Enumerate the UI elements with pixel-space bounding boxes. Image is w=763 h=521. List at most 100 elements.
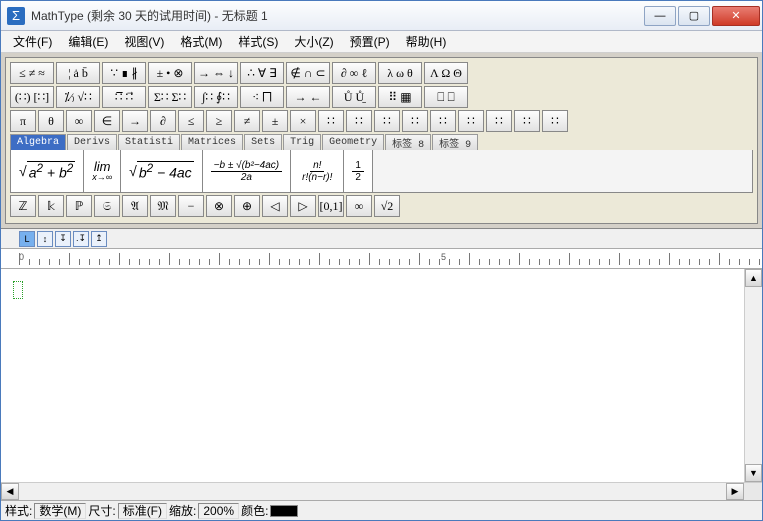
horizontal-scrollbar[interactable]: ◀ ▶ — [1, 482, 762, 500]
status-zoom-value[interactable]: 200% — [198, 503, 239, 519]
row5-btn-11[interactable]: [0,1] — [318, 195, 344, 217]
row5-btn-0[interactable]: ℤ — [10, 195, 36, 217]
row3-btn-1[interactable]: θ — [38, 110, 64, 132]
row5-btn-7[interactable]: ⊗ — [206, 195, 232, 217]
row3-btn-6[interactable]: ≤ — [178, 110, 204, 132]
row2-btn-7[interactable]: Ů Ů̱ — [332, 86, 376, 108]
row3-btn-14[interactable]: ∷ — [402, 110, 428, 132]
equation-editor-area[interactable]: ▲ ▼ — [1, 269, 762, 482]
tab-matrices[interactable]: Matrices — [181, 134, 243, 150]
tab-algebra[interactable]: Algebra — [10, 134, 66, 150]
template-half[interactable]: 12 — [344, 150, 373, 192]
row2-btn-9[interactable]: ⎕ ⎕ — [424, 86, 468, 108]
menu-format[interactable]: 格式(M) — [172, 31, 230, 52]
row3-btn-2[interactable]: ∞ — [66, 110, 92, 132]
row3-btn-16[interactable]: ∷ — [458, 110, 484, 132]
row5-btn-13[interactable]: √2 — [374, 195, 400, 217]
tab-geometry[interactable]: Geometry — [322, 134, 384, 150]
row3-btn-11[interactable]: ∷ — [318, 110, 344, 132]
row5-btn-2[interactable]: ℙ — [66, 195, 92, 217]
row5-btn-3[interactable]: 𝔖 — [94, 195, 120, 217]
row2-btn-3[interactable]: Σ∷ Σ∷ — [148, 86, 192, 108]
menu-style[interactable]: 样式(S) — [230, 31, 286, 52]
row3-btn-7[interactable]: ≥ — [206, 110, 232, 132]
row1-btn-1[interactable]: ¦ ȧ b̄ — [56, 62, 100, 84]
row2-btn-1[interactable]: ⁒⁄₎ √∷ — [56, 86, 100, 108]
maximize-button[interactable]: ▢ — [678, 6, 710, 26]
insertion-slot[interactable] — [13, 281, 23, 299]
row3-btn-3[interactable]: ∈ — [94, 110, 120, 132]
close-button[interactable]: ✕ — [712, 6, 760, 26]
tab-trig[interactable]: Trig — [283, 134, 321, 150]
row5-btn-4[interactable]: 𝔄 — [122, 195, 148, 217]
tabstop-decimal[interactable]: .↧ — [73, 231, 89, 247]
row3-btn-12[interactable]: ∷ — [346, 110, 372, 132]
tabstop-right[interactable]: ↧ — [55, 231, 71, 247]
row3-btn-9[interactable]: ± — [262, 110, 288, 132]
template-sqrt-a2b2[interactable]: a2 + b2 — [11, 150, 84, 192]
row2-btn-8[interactable]: ⠿ ▦ — [378, 86, 422, 108]
template-quadratic[interactable]: −b ± √(b²−4ac)2a — [203, 150, 291, 192]
tab-标签-9[interactable]: 标签 9 — [432, 134, 478, 150]
menu-preferences[interactable]: 预置(P) — [342, 31, 398, 52]
tab-sets[interactable]: Sets — [244, 134, 282, 150]
minimize-button[interactable]: — — [644, 6, 676, 26]
scroll-down-icon[interactable]: ▼ — [745, 464, 762, 482]
template-sqrt-b2-4ac[interactable]: b2 − 4ac — [121, 150, 203, 192]
menu-edit[interactable]: 编辑(E) — [60, 31, 116, 52]
row3-btn-8[interactable]: ≠ — [234, 110, 260, 132]
row3-btn-18[interactable]: ∷ — [514, 110, 540, 132]
row1-btn-7[interactable]: ∂ ∞ ℓ — [332, 62, 376, 84]
row1-btn-0[interactable]: ≤ ≠ ≈ — [10, 62, 54, 84]
row5-btn-12[interactable]: ∞ — [346, 195, 372, 217]
row2-btn-5[interactable]: ⁖ ⨅ — [240, 86, 284, 108]
status-size-value[interactable]: 标准(F) — [118, 503, 167, 519]
menu-view[interactable]: 视图(V) — [116, 31, 172, 52]
status-color-swatch[interactable] — [270, 505, 298, 517]
tabstop-left[interactable]: L — [19, 231, 35, 247]
template-combination[interactable]: n!r!(n−r)! — [291, 150, 344, 192]
menu-size[interactable]: 大小(Z) — [286, 31, 341, 52]
app-icon: Σ — [7, 7, 25, 25]
row5-btn-8[interactable]: ⊕ — [234, 195, 260, 217]
row2-btn-6[interactable]: → ← — [286, 86, 330, 108]
row3-btn-13[interactable]: ∷ — [374, 110, 400, 132]
menu-file[interactable]: 文件(F) — [5, 31, 60, 52]
status-style-value[interactable]: 数学(M) — [34, 503, 86, 519]
template-limit[interactable]: limx→∞ — [84, 150, 121, 192]
row1-btn-9[interactable]: Λ Ω Θ — [424, 62, 468, 84]
row3-btn-4[interactable]: → — [122, 110, 148, 132]
row3-btn-5[interactable]: ∂ — [150, 110, 176, 132]
row1-btn-4[interactable]: → ⇔ ↓ — [194, 62, 238, 84]
ruler[interactable]: 0 5 — [1, 249, 762, 269]
row1-btn-3[interactable]: ± • ⊗ — [148, 62, 192, 84]
row2-btn-2[interactable]: ∷̅ ∷⃗ — [102, 86, 146, 108]
row2-btn-0[interactable]: (∷) [∷] — [10, 86, 54, 108]
menu-help[interactable]: 帮助(H) — [398, 31, 455, 52]
tab-derivs[interactable]: Derivs — [67, 134, 117, 150]
scroll-up-icon[interactable]: ▲ — [745, 269, 762, 287]
tab-标签-8[interactable]: 标签 8 — [385, 134, 431, 150]
tabstop-center[interactable]: ↕ — [37, 231, 53, 247]
row5-btn-5[interactable]: 𝔐 — [150, 195, 176, 217]
vertical-scrollbar[interactable]: ▲ ▼ — [744, 269, 762, 482]
scroll-right-icon[interactable]: ▶ — [726, 483, 744, 500]
row5-btn-9[interactable]: ◁ — [262, 195, 288, 217]
row3-btn-10[interactable]: × — [290, 110, 316, 132]
title-bar[interactable]: Σ MathType (剩余 30 天的试用时间) - 无标题 1 — ▢ ✕ — [1, 1, 762, 31]
row3-btn-19[interactable]: ∷ — [542, 110, 568, 132]
row3-btn-17[interactable]: ∷ — [486, 110, 512, 132]
row5-btn-10[interactable]: ▷ — [290, 195, 316, 217]
row1-btn-8[interactable]: λ ω θ — [378, 62, 422, 84]
row5-btn-6[interactable]: − — [178, 195, 204, 217]
row2-btn-4[interactable]: ∫∷ ∮∷ — [194, 86, 238, 108]
tab-statisti[interactable]: Statisti — [118, 134, 180, 150]
scroll-left-icon[interactable]: ◀ — [1, 483, 19, 500]
row1-btn-5[interactable]: ∴ ∀ ∃ — [240, 62, 284, 84]
row3-btn-15[interactable]: ∷ — [430, 110, 456, 132]
row1-btn-6[interactable]: ∉ ∩ ⊂ — [286, 62, 330, 84]
row5-btn-1[interactable]: 𝕜 — [38, 195, 64, 217]
row3-btn-0[interactable]: π — [10, 110, 36, 132]
row1-btn-2[interactable]: ∵ ∎ ∦ — [102, 62, 146, 84]
tabstop-bar[interactable]: ↥ — [91, 231, 107, 247]
